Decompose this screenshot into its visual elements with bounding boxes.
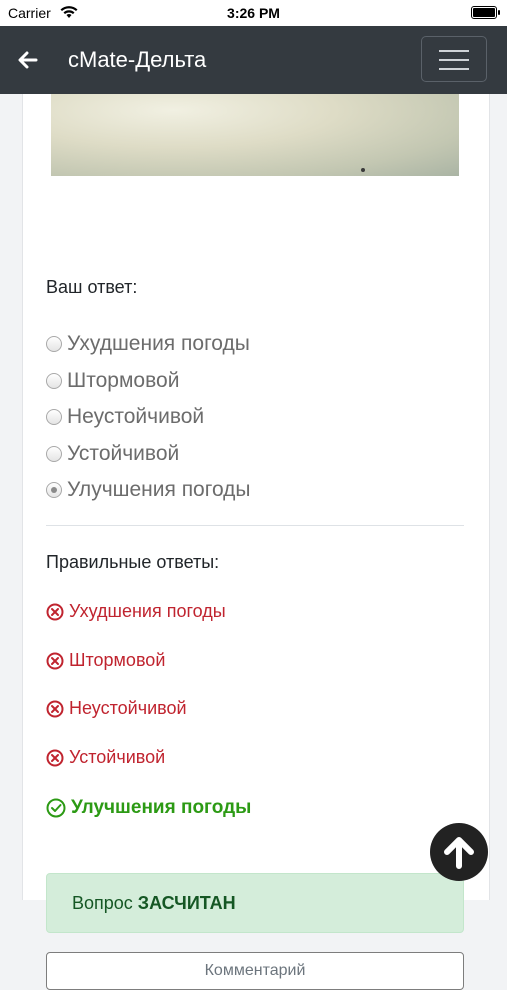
radio-button[interactable] (46, 445, 62, 462)
result-prefix: Вопрос (72, 892, 133, 913)
x-circle-icon (46, 700, 64, 717)
app-title: cMate-Дельта (68, 47, 207, 72)
x-circle-icon (46, 603, 64, 620)
question-image (51, 94, 459, 176)
radio-button[interactable] (46, 372, 62, 389)
status-bar: Carrier 3:26 PM (0, 0, 507, 26)
result-alert: Вопрос ЗАСЧИТАН (46, 873, 464, 933)
correct-answers-label: Правильные ответы: (46, 552, 220, 572)
answer-option[interactable]: Устойчивой (46, 436, 251, 473)
option-label: Ухудшения погоды (67, 332, 250, 356)
question-card: Ваш ответ: Ухудшения погоды Штормовой Не… (22, 94, 490, 990)
comment-button[interactable]: Комментарий (46, 952, 464, 990)
answer-result-wrong: Неустойчивой (46, 698, 187, 719)
back-arrow-icon[interactable] (18, 46, 38, 77)
answer-text: Ухудшения погоды (69, 601, 226, 621)
radio-button-selected[interactable] (46, 482, 62, 499)
divider (46, 525, 464, 526)
navbar: cMate-Дельта (0, 26, 507, 94)
option-label: Штормовой (67, 368, 180, 392)
option-label: Устойчивой (67, 441, 180, 465)
answer-result-wrong: Штормовой (46, 650, 165, 671)
answer-result-wrong: Устойчивой (46, 747, 165, 768)
radio-button[interactable] (46, 336, 62, 353)
x-circle-icon (46, 749, 64, 766)
arrow-up-icon (444, 837, 474, 869)
answer-option[interactable]: Ухудшения погоды (46, 326, 251, 363)
option-label: Неустойчивой (67, 405, 205, 429)
option-label: Улучшения погоды (67, 478, 251, 502)
answer-option[interactable]: Улучшения погоды (46, 472, 251, 509)
menu-toggle-button[interactable] (421, 36, 487, 82)
battery-icon (471, 6, 500, 19)
clock: 3:26 PM (227, 5, 280, 21)
answer-text: Устойчивой (69, 747, 166, 767)
check-circle-icon (46, 798, 66, 818)
answer-text: Штормовой (69, 650, 166, 670)
your-answer-label: Ваш ответ: (46, 277, 138, 297)
radio-button[interactable] (46, 409, 62, 426)
scroll-to-top-button[interactable] (430, 823, 488, 881)
result-status: ЗАСЧИТАН (137, 892, 236, 913)
answer-text: Неустойчивой (69, 698, 187, 718)
answer-option[interactable]: Штормовой (46, 363, 251, 400)
answer-result-wrong: Ухудшения погоды (46, 601, 226, 622)
answer-result-correct: Улучшения погоды (46, 797, 251, 819)
answer-options: Ухудшения погоды Штормовой Неустойчивой … (46, 326, 251, 509)
answer-option[interactable]: Неустойчивой (46, 399, 251, 436)
answer-text: Улучшения погоды (71, 797, 252, 818)
x-circle-icon (46, 652, 64, 669)
